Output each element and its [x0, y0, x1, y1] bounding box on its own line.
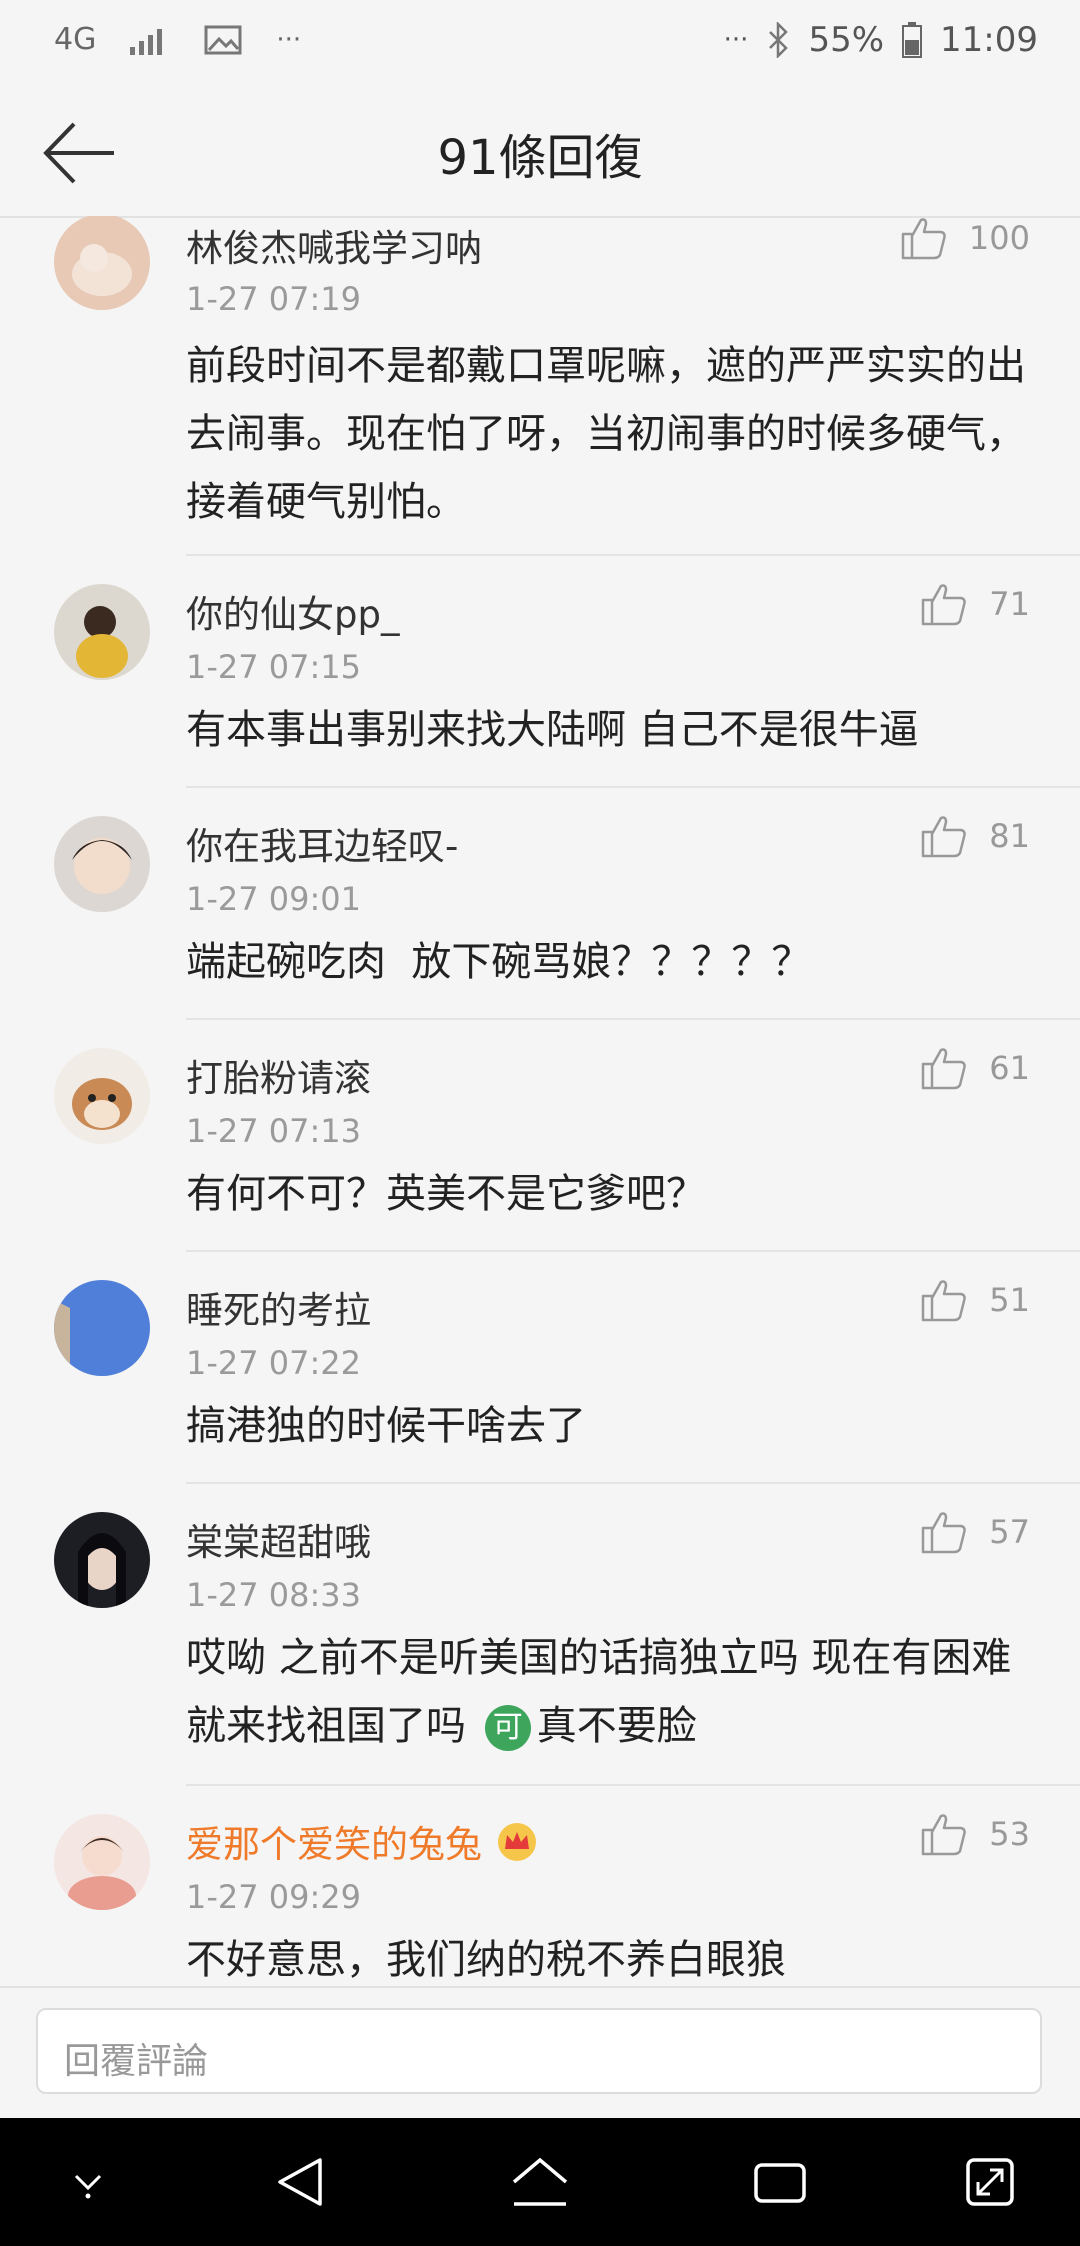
chevron-down-icon	[74, 2174, 102, 2199]
more-status-icon: ···	[723, 25, 749, 55]
comment-text: 哎呦 之前不是听美国的话搞独立吗 现在有困难就来找祖国了吗 可真不要脸	[186, 1624, 1030, 1760]
bluetooth-icon	[766, 22, 790, 58]
home-icon	[512, 2157, 568, 2206]
comment-item[interactable]: 睡死的考拉 1-27 07:22 51 搞港独的时候干啥去了	[0, 1252, 1080, 1484]
gallery-icon	[204, 25, 242, 55]
like-count: 71	[989, 585, 1030, 623]
comment-date: 1-27 09:29	[186, 1878, 362, 1916]
avatar[interactable]	[54, 816, 150, 912]
like-button[interactable]: 51	[921, 1278, 1030, 1322]
like-button[interactable]: 71	[921, 582, 1030, 626]
thumbs-up-icon	[921, 1046, 967, 1090]
comment-text: 有何不可？英美不是它爹吧？	[186, 1171, 706, 1217]
thumbs-up-icon	[921, 1510, 967, 1554]
like-button[interactable]: 57	[921, 1510, 1030, 1554]
comment-date: 1-27 07:22	[186, 1344, 362, 1382]
home-nav-button[interactable]	[500, 2146, 580, 2218]
comment-text: 不好意思，我们纳的税不养白眼狼	[186, 1937, 786, 1983]
comment-text: 有本事出事别来找大陆啊 自己不是很牛逼	[186, 707, 919, 753]
emoji-icon: 可	[484, 1705, 531, 1751]
signal-icon	[130, 25, 170, 55]
comment-item[interactable]: 打胎粉请滚 1-27 07:13 61 有何不可？英美不是它爹吧？	[0, 1020, 1080, 1252]
header: 91條回復	[0, 88, 1080, 218]
avatar[interactable]	[54, 1280, 150, 1376]
clock: 11:09	[940, 20, 1038, 60]
avatar[interactable]	[54, 216, 150, 310]
more-notifications-icon: ···	[276, 24, 302, 55]
reply-input[interactable]: 回覆評論	[36, 2008, 1042, 2094]
comment-date: 1-27 07:19	[186, 280, 362, 318]
thumbs-up-icon	[901, 216, 947, 260]
like-count: 53	[989, 1815, 1030, 1853]
status-bar: 4G ··· ··· 55% 11:09	[0, 0, 1080, 88]
comment-text: 搞港独的时候干啥去了	[186, 1403, 586, 1449]
page-title: 91條回復	[437, 130, 643, 186]
hide-keyboard-button[interactable]	[48, 2146, 128, 2218]
battery-percent: 55%	[808, 20, 885, 60]
comment-username[interactable]: 爱那个爱笑的兔兔	[186, 1814, 538, 1871]
crown-icon	[496, 1822, 538, 1871]
avatar[interactable]	[54, 1512, 150, 1608]
reply-bar: 回覆評論	[0, 1986, 1080, 2120]
comment-username[interactable]: 你在我耳边轻叹-	[186, 816, 458, 870]
system-nav-bar	[0, 2118, 1080, 2246]
back-triangle-icon	[278, 2158, 322, 2206]
comment-text: 端起碗吃肉 放下碗骂娘？？？？？	[186, 939, 812, 985]
comment-username[interactable]: 睡死的考拉	[186, 1280, 371, 1334]
comment-item[interactable]: 你的仙女pp_ 1-27 07:15 71 有本事出事别来找大陆啊 自己不是很牛…	[0, 556, 1080, 788]
comment-text-part: 真不要脸	[536, 1703, 697, 1749]
thumbs-up-icon	[921, 582, 967, 626]
like-button[interactable]: 53	[921, 1812, 1030, 1856]
like-count: 81	[989, 817, 1030, 855]
like-button[interactable]: 61	[921, 1046, 1030, 1090]
comment-username[interactable]: 你的仙女pp_	[186, 584, 399, 638]
comment-username[interactable]: 林俊杰喊我学习呐	[186, 218, 482, 272]
thumbs-up-icon	[921, 1812, 967, 1856]
avatar[interactable]	[54, 1814, 150, 1910]
comment-item[interactable]: 你在我耳边轻叹- 1-27 09:01 81 端起碗吃肉 放下碗骂娘？？？？？	[0, 788, 1080, 1020]
comment-username[interactable]: 棠棠超甜哦	[186, 1512, 371, 1566]
comment-text: 前段时间不是都戴口罩呢嘛，遮的严严实实的出去闹事。现在怕了呀，当初闹事的时候多硬…	[186, 343, 1026, 525]
network-indicator: 4G	[54, 22, 97, 57]
comment-list[interactable]: 林俊杰喊我学习呐 1-27 07:19 100 前段时间不是都戴口罩呢嘛，遮的严…	[0, 216, 1080, 1986]
like-count: 51	[989, 1281, 1030, 1319]
thumbs-up-icon	[921, 814, 967, 858]
expand-icon	[966, 2158, 1014, 2206]
back-nav-button[interactable]	[260, 2146, 340, 2218]
recents-nav-button[interactable]	[740, 2146, 820, 2218]
thumbs-up-icon	[921, 1278, 967, 1322]
like-button[interactable]: 81	[921, 814, 1030, 858]
avatar[interactable]	[54, 1048, 150, 1144]
battery-icon	[902, 22, 923, 58]
comment-item[interactable]: 棠棠超甜哦 1-27 08:33 57 哎呦 之前不是听美国的话搞独立吗 现在有…	[0, 1484, 1080, 1786]
like-count: 57	[989, 1513, 1030, 1551]
comment-date: 1-27 07:15	[186, 648, 362, 686]
comment-date: 1-27 09:01	[186, 880, 362, 918]
comment-date: 1-27 08:33	[186, 1576, 362, 1614]
recents-icon	[754, 2163, 806, 2203]
comment-item[interactable]: 爱那个爱笑的兔兔 1-27 09:29 53 不好意思，我们纳的税不养白眼狼	[0, 1786, 1080, 1986]
vip-username[interactable]: 爱那个爱笑的兔兔	[186, 1823, 482, 1866]
expand-nav-button[interactable]	[950, 2146, 1030, 2218]
comment-username[interactable]: 打胎粉请滚	[186, 1048, 371, 1102]
like-count: 61	[989, 1049, 1030, 1087]
comment-date: 1-27 07:13	[186, 1112, 362, 1150]
comment-item[interactable]: 林俊杰喊我学习呐 1-27 07:19 100 前段时间不是都戴口罩呢嘛，遮的严…	[0, 216, 1080, 556]
like-count: 100	[968, 219, 1030, 257]
like-button[interactable]: 100	[901, 216, 1030, 260]
avatar[interactable]	[54, 584, 150, 680]
